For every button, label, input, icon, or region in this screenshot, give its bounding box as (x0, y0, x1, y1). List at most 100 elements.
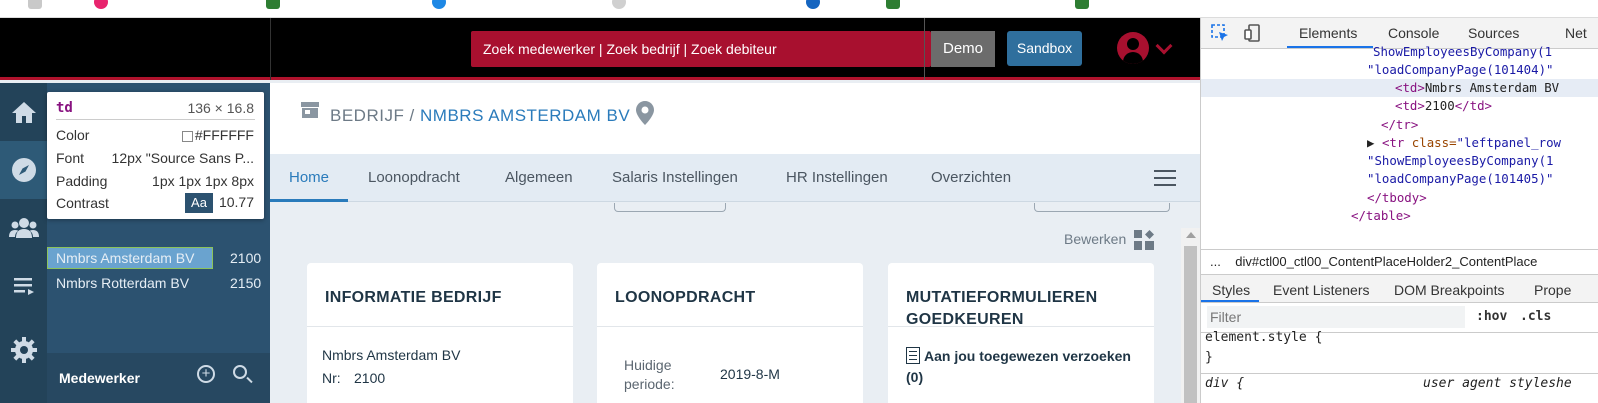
panel-footer: Medewerker + (47, 353, 270, 403)
tab-event-listeners[interactable]: Event Listeners (1273, 282, 1370, 298)
assigned-label: Aan jou toegewezen verzoeken (924, 348, 1131, 364)
add-circle-icon[interactable]: + (197, 365, 215, 383)
company-row[interactable]: Nmbrs Amsterdam BV 2100 (47, 247, 270, 269)
sandbox-button[interactable]: Sandbox (1007, 31, 1082, 66)
breadcrumb[interactable]: ... div#ctl00_ctl00_ContentPlaceHolder2_… (1201, 249, 1598, 275)
bookmark-icon[interactable] (806, 0, 820, 9)
style-rule: } (1205, 350, 1213, 365)
tab-sources[interactable]: Sources (1468, 25, 1519, 41)
gear-icon[interactable] (0, 321, 47, 379)
tab-elements[interactable]: Elements (1299, 25, 1357, 41)
dom-line[interactable]: "loadCompanyPage(101404)" (1367, 61, 1554, 79)
global-search[interactable]: Zoek medewerker | Zoek bedrijf | Zoek de… (471, 31, 931, 67)
tooltip-key: Color (56, 127, 90, 143)
tab-styles[interactable]: Styles (1212, 282, 1250, 298)
company-name: Nmbrs Rotterdam BV (56, 275, 190, 291)
active-tab-indicator (1201, 300, 1259, 302)
tab-network[interactable]: Net (1565, 25, 1587, 41)
divider (924, 18, 925, 80)
dom-line[interactable]: ▶ <tr class="leftpanel_row (1367, 134, 1561, 152)
tab-console[interactable]: Console (1388, 25, 1439, 41)
nr-value: 2100 (354, 370, 386, 386)
scrollbar-thumb[interactable] (1184, 246, 1197, 403)
tab-properties[interactable]: Prope (1534, 282, 1571, 298)
inspect-element-icon[interactable] (1211, 24, 1229, 42)
top-navigation: Zoek medewerker | Zoek bedrijf | Zoek de… (0, 18, 1200, 80)
bookmark-icon[interactable] (28, 0, 42, 9)
company-name: Nmbrs Amsterdam BV (322, 347, 461, 363)
app-window: Zoek medewerker | Zoek bedrijf | Zoek de… (0, 18, 1200, 403)
color-swatch-icon (181, 130, 193, 142)
divider (307, 326, 573, 327)
dom-line-selected[interactable]: <td>Nmbrs Amsterdam BV (1201, 79, 1598, 97)
bookmark-icon[interactable] (432, 0, 446, 9)
bookmark-icon[interactable] (612, 0, 626, 9)
menu-icon[interactable] (1154, 170, 1176, 186)
card-title: LOONOPDRACHT (615, 289, 756, 306)
tooltip-size: 136 × 16.8 (187, 100, 254, 116)
cls-toggle[interactable]: .cls (1520, 309, 1551, 324)
demo-button[interactable]: Demo (931, 31, 995, 67)
list-icon[interactable] (0, 257, 47, 315)
document-icon (906, 347, 920, 364)
icon-rail (0, 83, 47, 403)
dom-line[interactable]: <td>2100</td> (1395, 97, 1492, 115)
dom-line[interactable]: </tr> (1381, 116, 1418, 134)
tooltip-contrast-value: Aa 10.77 (185, 193, 254, 213)
tab-loonopdracht[interactable]: Loonopdracht (368, 154, 460, 202)
divider (270, 18, 271, 80)
card-title: MUTATIEFORMULIEREN GOEDKEUREN (906, 287, 1097, 331)
company-row[interactable]: Nmbrs Rotterdam BV 2150 (47, 272, 270, 294)
tab-hr-instellingen[interactable]: HR Instellingen (786, 154, 888, 202)
bookmark-icon[interactable] (1075, 0, 1089, 9)
chevron-down-icon[interactable] (1155, 37, 1173, 55)
compass-icon[interactable] (0, 141, 47, 199)
dashboard-edit-icon[interactable] (1134, 230, 1154, 250)
assigned-count: (0) (906, 369, 924, 385)
page-header: BEDRIJF / NMBRS AMSTERDAM BV (270, 83, 1200, 163)
company-link[interactable]: NMBRS AMSTERDAM BV (420, 106, 630, 125)
period-label: periode: (624, 376, 675, 392)
tab-salaris-instellingen[interactable]: Salaris Instellingen (612, 154, 738, 202)
divider (1201, 373, 1598, 374)
search-icon[interactable] (233, 365, 247, 379)
dom-line[interactable]: </table> (1351, 207, 1411, 225)
tooltip-font-value: 12px "Source Sans P... (111, 150, 254, 166)
breadcrumb-item[interactable]: div#ctl00_ctl00_ContentPlaceHolder2_Cont… (1235, 254, 1537, 269)
screen: Zoek medewerker | Zoek bedrijf | Zoek de… (0, 0, 1598, 403)
edit-link[interactable]: Bewerken (1064, 231, 1126, 247)
hov-toggle[interactable]: :hov (1476, 309, 1507, 324)
assigned-requests[interactable]: Aan jou toegewezen verzoeken (906, 347, 1131, 364)
period-value: 2019-8-M (720, 366, 780, 382)
home-icon[interactable] (0, 83, 47, 141)
dom-line[interactable]: ShowEmployeesByCompany(1 (1373, 43, 1552, 61)
mutations-card: MUTATIEFORMULIEREN GOEDKEUREN Aan jou toe… (888, 263, 1154, 403)
tab-home[interactable]: Home (270, 154, 349, 202)
bookmark-icon[interactable] (886, 0, 900, 9)
device-toolbar-icon[interactable] (1244, 24, 1262, 42)
user-avatar-icon[interactable] (1117, 32, 1149, 64)
dom-line[interactable]: "ShowEmployeesByCompany(1 (1367, 152, 1554, 170)
hidden-button (614, 203, 726, 212)
bookmark-icon[interactable] (94, 0, 108, 9)
location-pin-icon[interactable] (636, 101, 654, 125)
tab-overzichten[interactable]: Overzichten (931, 154, 1011, 202)
scroll-up-arrow-icon[interactable] (1186, 232, 1196, 238)
bookmark-icon[interactable] (266, 0, 280, 9)
users-icon[interactable] (0, 199, 47, 257)
payroll-card: LOONOPDRACHT Huidige periode: 2019-8-M (597, 263, 863, 403)
dom-line[interactable]: </tbody> (1367, 189, 1427, 207)
tab-dom-breakpoints[interactable]: DOM Breakpoints (1394, 282, 1504, 298)
tab-algemeen[interactable]: Algemeen (505, 154, 573, 202)
tooltip-key: Padding (56, 173, 108, 189)
dom-line[interactable]: "loadCompanyPage(101405)" (1367, 170, 1554, 188)
style-rule[interactable]: element.style { (1205, 330, 1322, 345)
breadcrumb-ellipsis[interactable]: ... (1210, 254, 1221, 269)
devtools-panel: Elements Console Sources Net ShowEmploye… (1200, 18, 1598, 403)
company-number: 2100 (230, 250, 262, 266)
tooltip-key: Font (56, 150, 85, 166)
filter-input[interactable]: Filter (1207, 306, 1465, 328)
style-rule[interactable]: div { (1205, 376, 1244, 391)
tooltip-tag: td (56, 100, 73, 116)
styles-filter-bar: Filter :hov .cls (1201, 303, 1598, 333)
